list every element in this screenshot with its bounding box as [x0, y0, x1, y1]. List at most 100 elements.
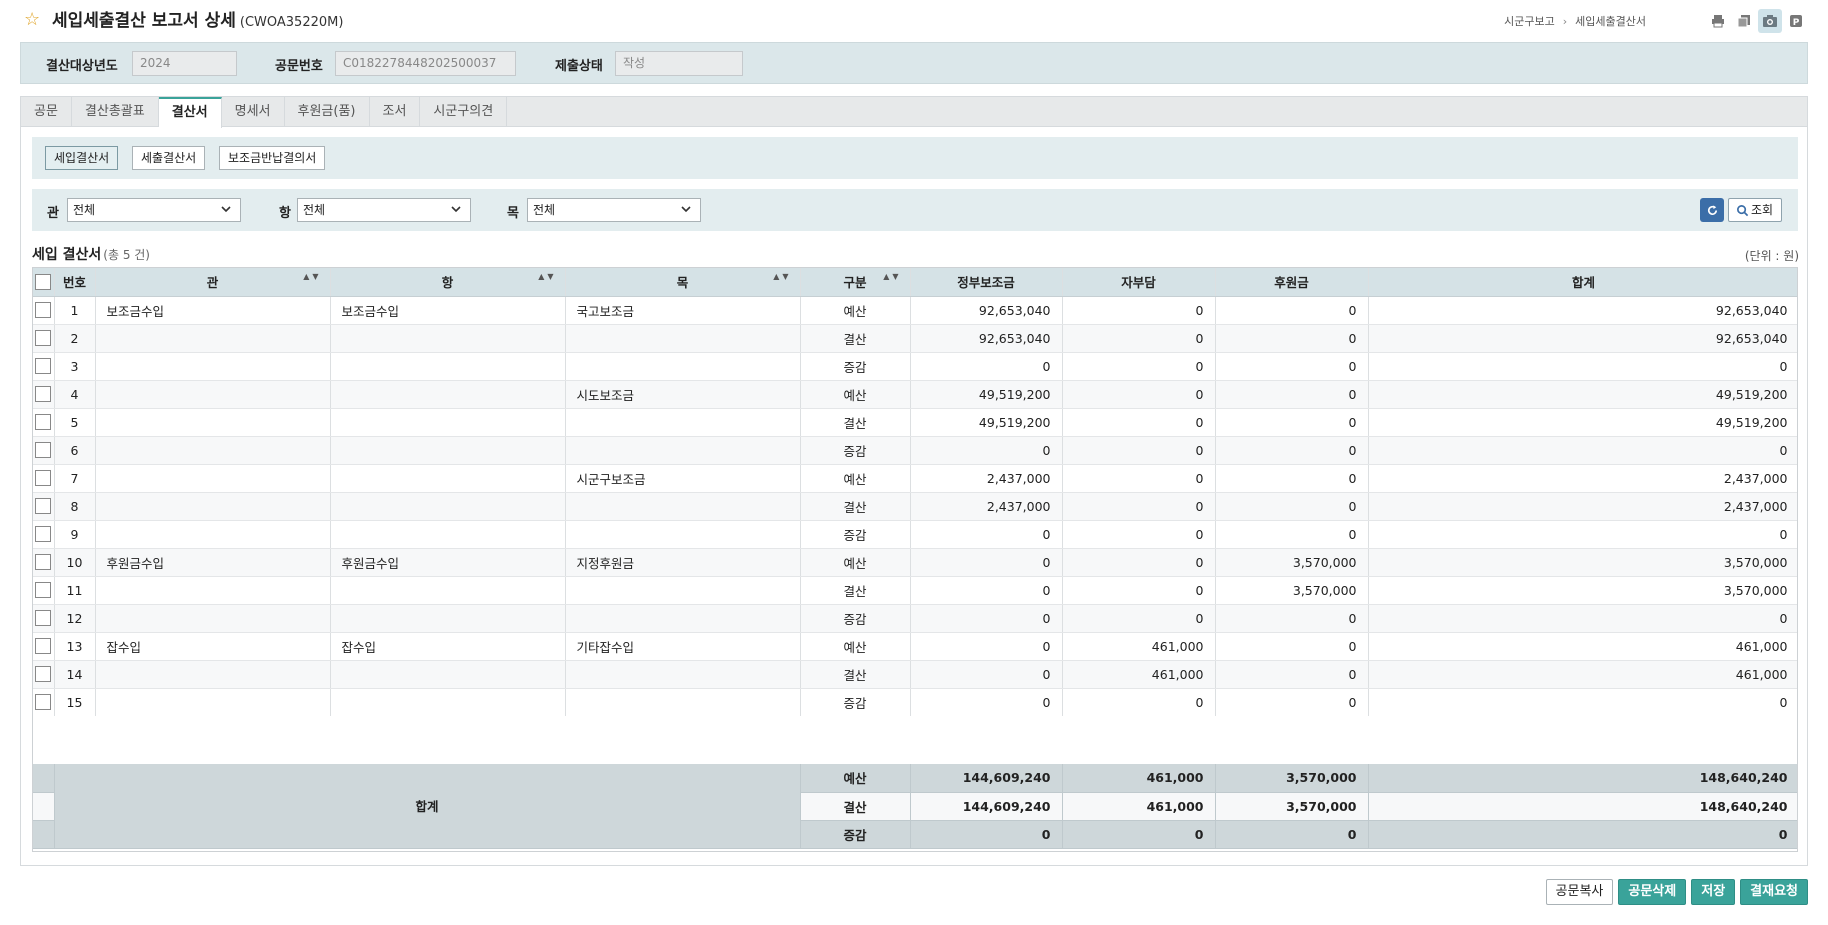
tab-notice[interactable]: 공문 — [21, 97, 72, 127]
col-header-hang[interactable]: 항 ▲▼ — [330, 268, 566, 297]
row-select-cell — [33, 464, 55, 493]
col-header-donation-label: 후원금 — [1274, 275, 1309, 291]
tab-statement[interactable]: 명세서 — [222, 97, 285, 127]
hang-select[interactable]: 전체 — [297, 198, 471, 222]
tab-bar: 공문 결산총괄표 결산서 명세서 후원금(품) 조서 시군구의견 — [21, 97, 1807, 128]
col-header-type[interactable]: 구분 ▲▼ — [800, 268, 911, 297]
subsidy-return-button[interactable]: 보조금반납결의서 — [219, 146, 326, 170]
row-select-cell — [33, 296, 55, 325]
row-checkbox[interactable] — [35, 302, 52, 319]
total-cell: 0 — [1368, 352, 1797, 381]
copy-icon[interactable] — [1732, 9, 1756, 33]
row-checkbox[interactable] — [35, 666, 52, 683]
delete-document-button[interactable]: 공문삭제 — [1618, 879, 1687, 905]
gwan-cell — [95, 408, 331, 437]
row-checkbox[interactable] — [35, 330, 52, 347]
row-checkbox[interactable] — [35, 442, 52, 459]
col-header-gwan-label: 관 — [206, 275, 219, 291]
table-row[interactable]: 9 증감 0 0 0 0 — [33, 520, 1797, 549]
table-row[interactable]: 15 증감 0 0 0 0 — [33, 688, 1797, 717]
col-header-gwan[interactable]: 관 ▲▼ — [95, 268, 331, 297]
row-number: 6 — [54, 436, 96, 465]
mok-select[interactable]: 전체 — [527, 198, 701, 222]
breadcrumb-separator-icon: › — [1562, 15, 1568, 28]
table-row[interactable]: 13 잡수입 잡수입 기타잡수입 예산 0 461,000 0 461,000 — [33, 632, 1797, 661]
tab-donation[interactable]: 후원금(품) — [285, 97, 370, 127]
favorite-star-icon[interactable]: ☆ — [24, 10, 40, 30]
sort-filter-icon[interactable]: ▲▼ — [303, 272, 321, 281]
mok-cell: 시도보조금 — [565, 380, 801, 409]
row-number: 15 — [54, 688, 96, 717]
col-header-no[interactable]: 번호 — [54, 268, 96, 297]
table-row[interactable]: 12 증감 0 0 0 0 — [33, 604, 1797, 633]
refresh-icon — [1707, 204, 1717, 215]
tab-summary[interactable]: 결산총괄표 — [72, 97, 159, 127]
table-row[interactable]: 14 결산 0 461,000 0 461,000 — [33, 660, 1797, 689]
tab-report[interactable]: 조서 — [370, 97, 421, 127]
revenue-grid: 번호 관 ▲▼ 항 ▲▼ 목 ▲▼ 구분 ▲▼ 정부보조금 자부담 후원금 합계 1 보조… — [32, 267, 1798, 852]
camera-icon[interactable] — [1758, 9, 1782, 33]
search-button[interactable]: 조회 — [1728, 198, 1782, 222]
footer-self-cell: 461,000 — [1062, 792, 1216, 821]
gwan-select[interactable]: 전체 — [67, 198, 241, 222]
tab-opinion[interactable]: 시군구의견 — [420, 97, 508, 127]
sort-filter-icon[interactable]: ▲▼ — [538, 272, 556, 281]
row-checkbox[interactable] — [35, 470, 52, 487]
col-header-self[interactable]: 자부담 — [1062, 268, 1216, 297]
revenue-settlement-button[interactable]: 세입결산서 — [45, 146, 119, 170]
col-header-gov[interactable]: 정부보조금 — [910, 268, 1063, 297]
footer-blank-cell — [33, 820, 55, 849]
save-button[interactable]: 저장 — [1691, 879, 1736, 905]
refresh-button[interactable] — [1700, 198, 1724, 222]
row-checkbox[interactable] — [35, 582, 52, 599]
table-row[interactable]: 4 시도보조금 예산 49,519,200 0 0 49,519,200 — [33, 380, 1797, 409]
sub-icon[interactable]: P — [1784, 9, 1808, 33]
table-row[interactable]: 8 결산 2,437,000 0 0 2,437,000 — [33, 492, 1797, 521]
table-row[interactable]: 2 결산 92,653,040 0 0 92,653,040 — [33, 324, 1797, 353]
table-row[interactable]: 11 결산 0 0 3,570,000 3,570,000 — [33, 576, 1797, 605]
mok-cell: 기타잡수입 — [565, 632, 801, 661]
hang-cell — [330, 660, 566, 689]
sort-filter-icon[interactable]: ▲▼ — [883, 272, 901, 281]
row-checkbox[interactable] — [35, 526, 52, 543]
chevron-down-icon — [681, 206, 691, 213]
table-row[interactable]: 3 증감 0 0 0 0 — [33, 352, 1797, 381]
row-checkbox[interactable] — [35, 358, 52, 375]
copy-document-button[interactable]: 공문복사 — [1545, 879, 1614, 905]
table-row[interactable]: 10 후원금수입 후원금수입 지정후원금 예산 0 0 3,570,000 3,570,000 — [33, 548, 1797, 577]
donation-cell: 3,570,000 — [1215, 576, 1369, 605]
breadcrumb-item[interactable]: 세입세출결산서 — [1575, 15, 1646, 28]
table-row[interactable]: 6 증감 0 0 0 0 — [33, 436, 1797, 465]
col-header-gov-label: 정부보조금 — [957, 275, 1015, 291]
donation-cell: 0 — [1215, 464, 1369, 493]
self-funding-cell: 0 — [1062, 296, 1216, 325]
gwan-cell — [95, 604, 331, 633]
chevron-down-icon — [221, 206, 231, 213]
row-checkbox[interactable] — [35, 694, 52, 711]
row-checkbox[interactable] — [35, 414, 52, 431]
table-row[interactable]: 5 결산 49,519,200 0 0 49,519,200 — [33, 408, 1797, 437]
row-checkbox[interactable] — [35, 610, 52, 627]
tab-settlement[interactable]: 결산서 — [158, 97, 222, 128]
table-row[interactable]: 7 시군구보조금 예산 2,437,000 0 0 2,437,000 — [33, 464, 1797, 493]
row-number: 1 — [54, 296, 96, 325]
sort-filter-icon[interactable]: ▲▼ — [773, 272, 791, 281]
mok-cell: 지정후원금 — [565, 548, 801, 577]
col-header-donation[interactable]: 후원금 — [1215, 268, 1369, 297]
breadcrumb-item[interactable]: 시군구보고 — [1504, 15, 1555, 28]
row-checkbox[interactable] — [35, 386, 52, 403]
mok-cell — [565, 660, 801, 689]
approval-request-button[interactable]: 결재요청 — [1740, 879, 1808, 905]
row-checkbox[interactable] — [35, 638, 52, 655]
col-header-total[interactable]: 합계 — [1368, 268, 1797, 297]
page-title-text: 세입세출결산 보고서 상세 — [52, 11, 236, 31]
col-header-mok[interactable]: 목 ▲▼ — [565, 268, 801, 297]
select-all-checkbox[interactable] — [35, 274, 52, 290]
row-checkbox[interactable] — [35, 498, 52, 515]
table-row[interactable]: 1 보조금수입 보조금수입 국고보조금 예산 92,653,040 0 0 92,653,040 — [33, 296, 1797, 325]
gov-subsidy-cell: 0 — [910, 632, 1063, 661]
mok-cell — [565, 520, 801, 549]
print-icon[interactable] — [1706, 9, 1730, 33]
expense-settlement-button[interactable]: 세출결산서 — [132, 146, 206, 170]
row-checkbox[interactable] — [35, 554, 52, 571]
